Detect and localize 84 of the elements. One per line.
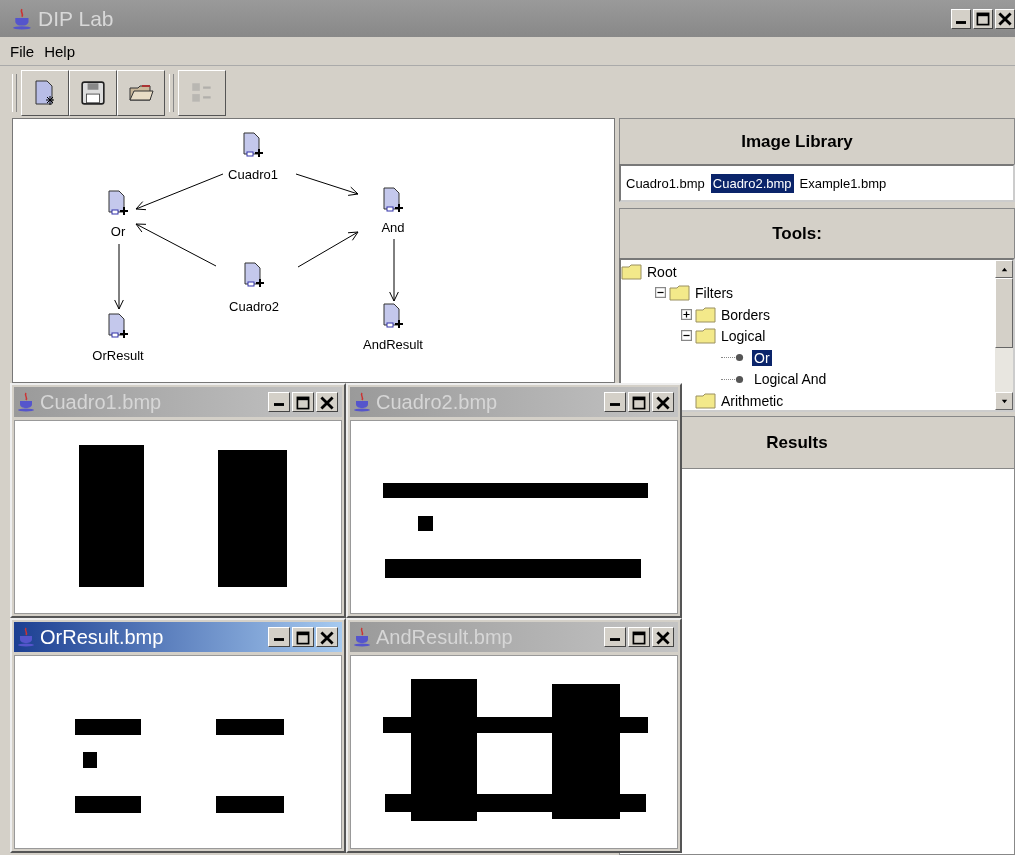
node-label: And xyxy=(380,219,406,237)
folder-icon xyxy=(669,285,691,302)
minimize-button[interactable] xyxy=(268,627,290,647)
scrollbar[interactable] xyxy=(995,260,1013,410)
maximize-button[interactable] xyxy=(628,627,650,647)
window-title: AndResult.bmp xyxy=(376,625,513,649)
minimize-icon xyxy=(610,403,620,406)
minimize-icon xyxy=(610,638,620,641)
minus-icon xyxy=(655,287,666,299)
close-icon xyxy=(656,396,670,410)
image-node-icon[interactable] xyxy=(107,313,129,341)
tree-item[interactable]: Root xyxy=(647,263,677,280)
node-label: Or xyxy=(109,223,127,241)
maximize-icon xyxy=(632,396,646,410)
arrow xyxy=(297,231,359,268)
toolbar-button[interactable] xyxy=(117,70,165,116)
tree-item[interactable]: Filters xyxy=(695,285,734,302)
image-node-icon[interactable] xyxy=(243,262,265,290)
maximize-icon xyxy=(296,631,310,645)
scroll-thumb[interactable] xyxy=(995,278,1013,348)
collapse-toggle[interactable] xyxy=(681,330,693,343)
close-icon xyxy=(998,11,1012,26)
close-icon xyxy=(320,396,334,410)
tree-item[interactable]: Logical xyxy=(721,328,766,345)
close-button[interactable] xyxy=(652,627,674,647)
image-node-icon[interactable] xyxy=(382,187,404,215)
tree-item[interactable]: Arithmetic xyxy=(721,392,784,409)
expand-toggle[interactable] xyxy=(681,308,693,321)
minimize-button[interactable] xyxy=(604,392,626,412)
panel-title: Tools: xyxy=(772,223,822,244)
folder-icon xyxy=(695,306,717,323)
minimize-icon xyxy=(274,403,284,406)
maximize-button[interactable] xyxy=(292,627,314,647)
close-button[interactable] xyxy=(316,627,338,647)
window-title: DIP Lab xyxy=(38,6,114,31)
maximize-icon xyxy=(296,396,310,410)
close-button[interactable] xyxy=(995,8,1015,29)
node-label: Cuadro1 xyxy=(227,166,279,184)
panel-title: Results xyxy=(766,432,828,453)
maximize-button[interactable] xyxy=(628,392,650,412)
minimize-button[interactable] xyxy=(951,8,971,29)
minimize-button[interactable] xyxy=(604,627,626,647)
image-list-item[interactable]: Cuadro2.bmp xyxy=(710,173,794,193)
menu-item[interactable]: Help xyxy=(44,42,76,60)
panel-title: Image Library xyxy=(741,131,853,152)
arrow xyxy=(389,238,399,302)
plus-icon xyxy=(681,308,692,320)
maximize-icon xyxy=(976,11,990,26)
collapse-toggle[interactable] xyxy=(655,287,667,300)
image-node-icon[interactable] xyxy=(107,190,129,218)
maximize-button[interactable] xyxy=(973,8,993,29)
image-list-item[interactable]: Example1.bmp xyxy=(797,173,889,193)
close-button[interactable] xyxy=(652,392,674,412)
toolbar-button[interactable] xyxy=(21,70,69,116)
image-node-icon[interactable] xyxy=(382,303,404,331)
window-title: Cuadro1.bmp xyxy=(40,390,162,414)
close-icon xyxy=(320,631,334,645)
arrow xyxy=(114,243,124,310)
tree-item[interactable]: Or xyxy=(752,349,772,366)
menu-item[interactable]: File xyxy=(10,42,35,60)
node-label: AndResult xyxy=(362,336,424,354)
minimize-button[interactable] xyxy=(268,392,290,412)
arrow xyxy=(295,173,359,196)
close-button[interactable] xyxy=(316,392,338,412)
bullet-icon xyxy=(735,374,744,384)
maximize-button[interactable] xyxy=(292,392,314,412)
minus-icon xyxy=(681,330,692,342)
close-icon xyxy=(656,631,670,645)
node-label: Cuadro2 xyxy=(228,298,280,316)
minimize-icon xyxy=(956,20,966,24)
image-list-item[interactable]: Cuadro1.bmp xyxy=(624,173,707,193)
maximize-icon xyxy=(632,631,646,645)
folder-icon xyxy=(695,328,717,345)
toolbar-button[interactable] xyxy=(69,70,117,116)
folder-icon xyxy=(621,263,643,280)
tree-item[interactable]: Logical And xyxy=(752,371,829,388)
node-label: OrResult xyxy=(91,347,145,365)
minimize-icon xyxy=(274,638,284,641)
tree-item[interactable]: Borders xyxy=(721,306,771,323)
window-title: Cuadro2.bmp xyxy=(376,390,498,414)
window-title: OrResult.bmp xyxy=(40,625,164,649)
image-node-icon[interactable] xyxy=(242,132,264,160)
bullet-icon xyxy=(735,353,744,363)
folder-icon xyxy=(695,392,717,409)
